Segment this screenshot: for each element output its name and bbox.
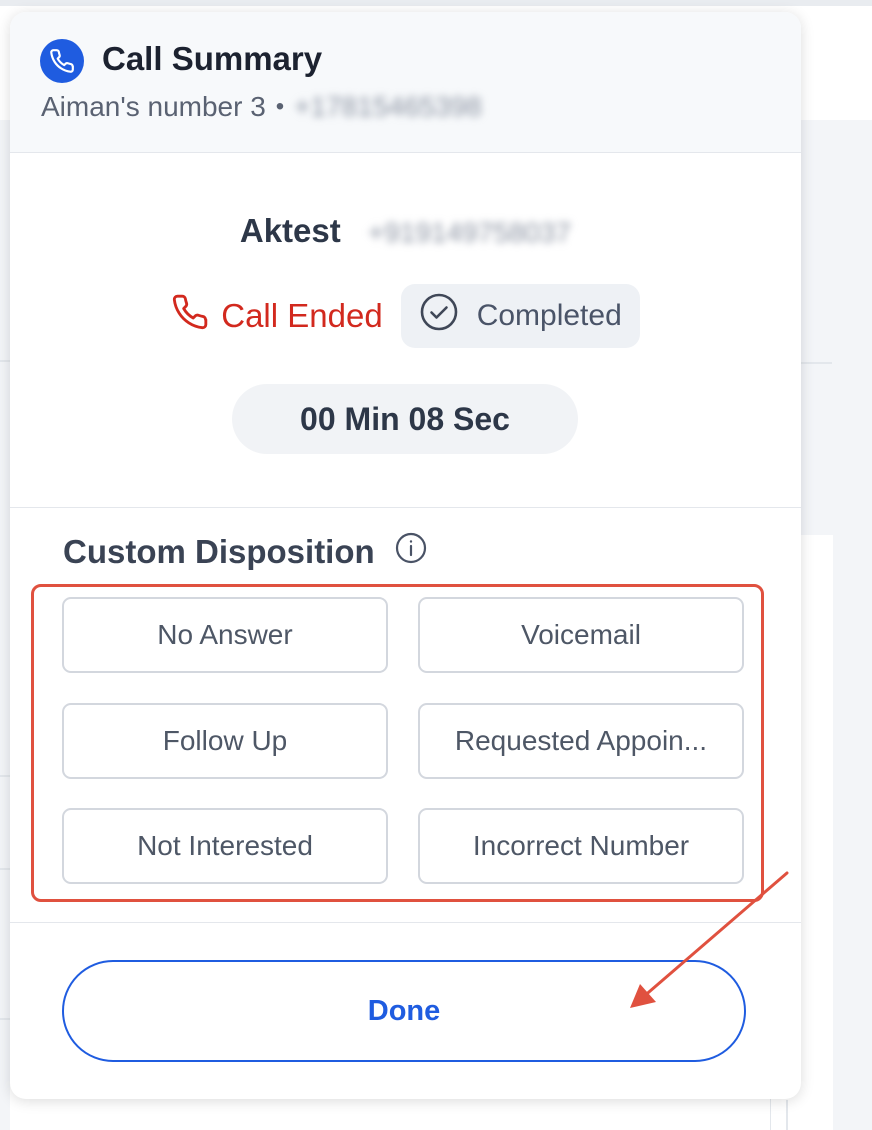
modal-header: Call Summary Aiman's number 3 • +1781546… [10, 12, 801, 153]
call-summary-modal: Call Summary Aiman's number 3 • +1781546… [10, 12, 801, 1099]
background-left-strip [0, 120, 10, 1130]
completed-label: Completed [476, 299, 622, 332]
done-button[interactable]: Done [62, 960, 746, 1062]
completed-badge: Completed [400, 284, 640, 348]
line-number: +17815465398 [294, 91, 482, 122]
call-status-row: Call Ended Completed [10, 284, 801, 348]
line-name: Aiman's number 3 [41, 91, 266, 122]
disposition-heading: Custom Disposition [63, 532, 427, 572]
background-divider [0, 1018, 10, 1020]
contact-name: Aktest [239, 212, 341, 249]
separator-dot: • [275, 93, 285, 120]
disposition-option-not-interested[interactable]: Not Interested [62, 808, 388, 884]
line-info: Aiman's number 3 • +17815465398 [41, 91, 482, 123]
background-divider [0, 775, 10, 777]
section-divider [10, 507, 801, 508]
call-ended-label: Call Ended [221, 297, 383, 334]
call-ended-status: Call Ended [171, 293, 383, 339]
contact-number: +919149758037 [367, 217, 572, 248]
disposition-option-requested-appointment[interactable]: Requested Appoin... [418, 703, 744, 779]
modal-title: Call Summary [102, 40, 323, 77]
background-divider [800, 362, 832, 364]
disposition-title: Custom Disposition [63, 533, 375, 570]
call-duration: 00 Min 08 Sec [232, 384, 578, 454]
phone-icon [40, 39, 84, 83]
info-icon[interactable] [395, 532, 427, 572]
disposition-option-voicemail[interactable]: Voicemail [418, 597, 744, 673]
background-divider [0, 868, 10, 870]
disposition-option-follow-up[interactable]: Follow Up [62, 703, 388, 779]
disposition-option-incorrect-number[interactable]: Incorrect Number [418, 808, 744, 884]
disposition-option-no-answer[interactable]: No Answer [62, 597, 388, 673]
footer-divider [10, 922, 801, 923]
check-circle-icon [419, 292, 459, 340]
phone-hangup-icon [171, 293, 209, 339]
background-divider [0, 360, 10, 362]
background-divider [786, 1100, 788, 1130]
contact-info: Aktest +919149758037 [10, 212, 801, 250]
background-topbar [0, 0, 872, 6]
